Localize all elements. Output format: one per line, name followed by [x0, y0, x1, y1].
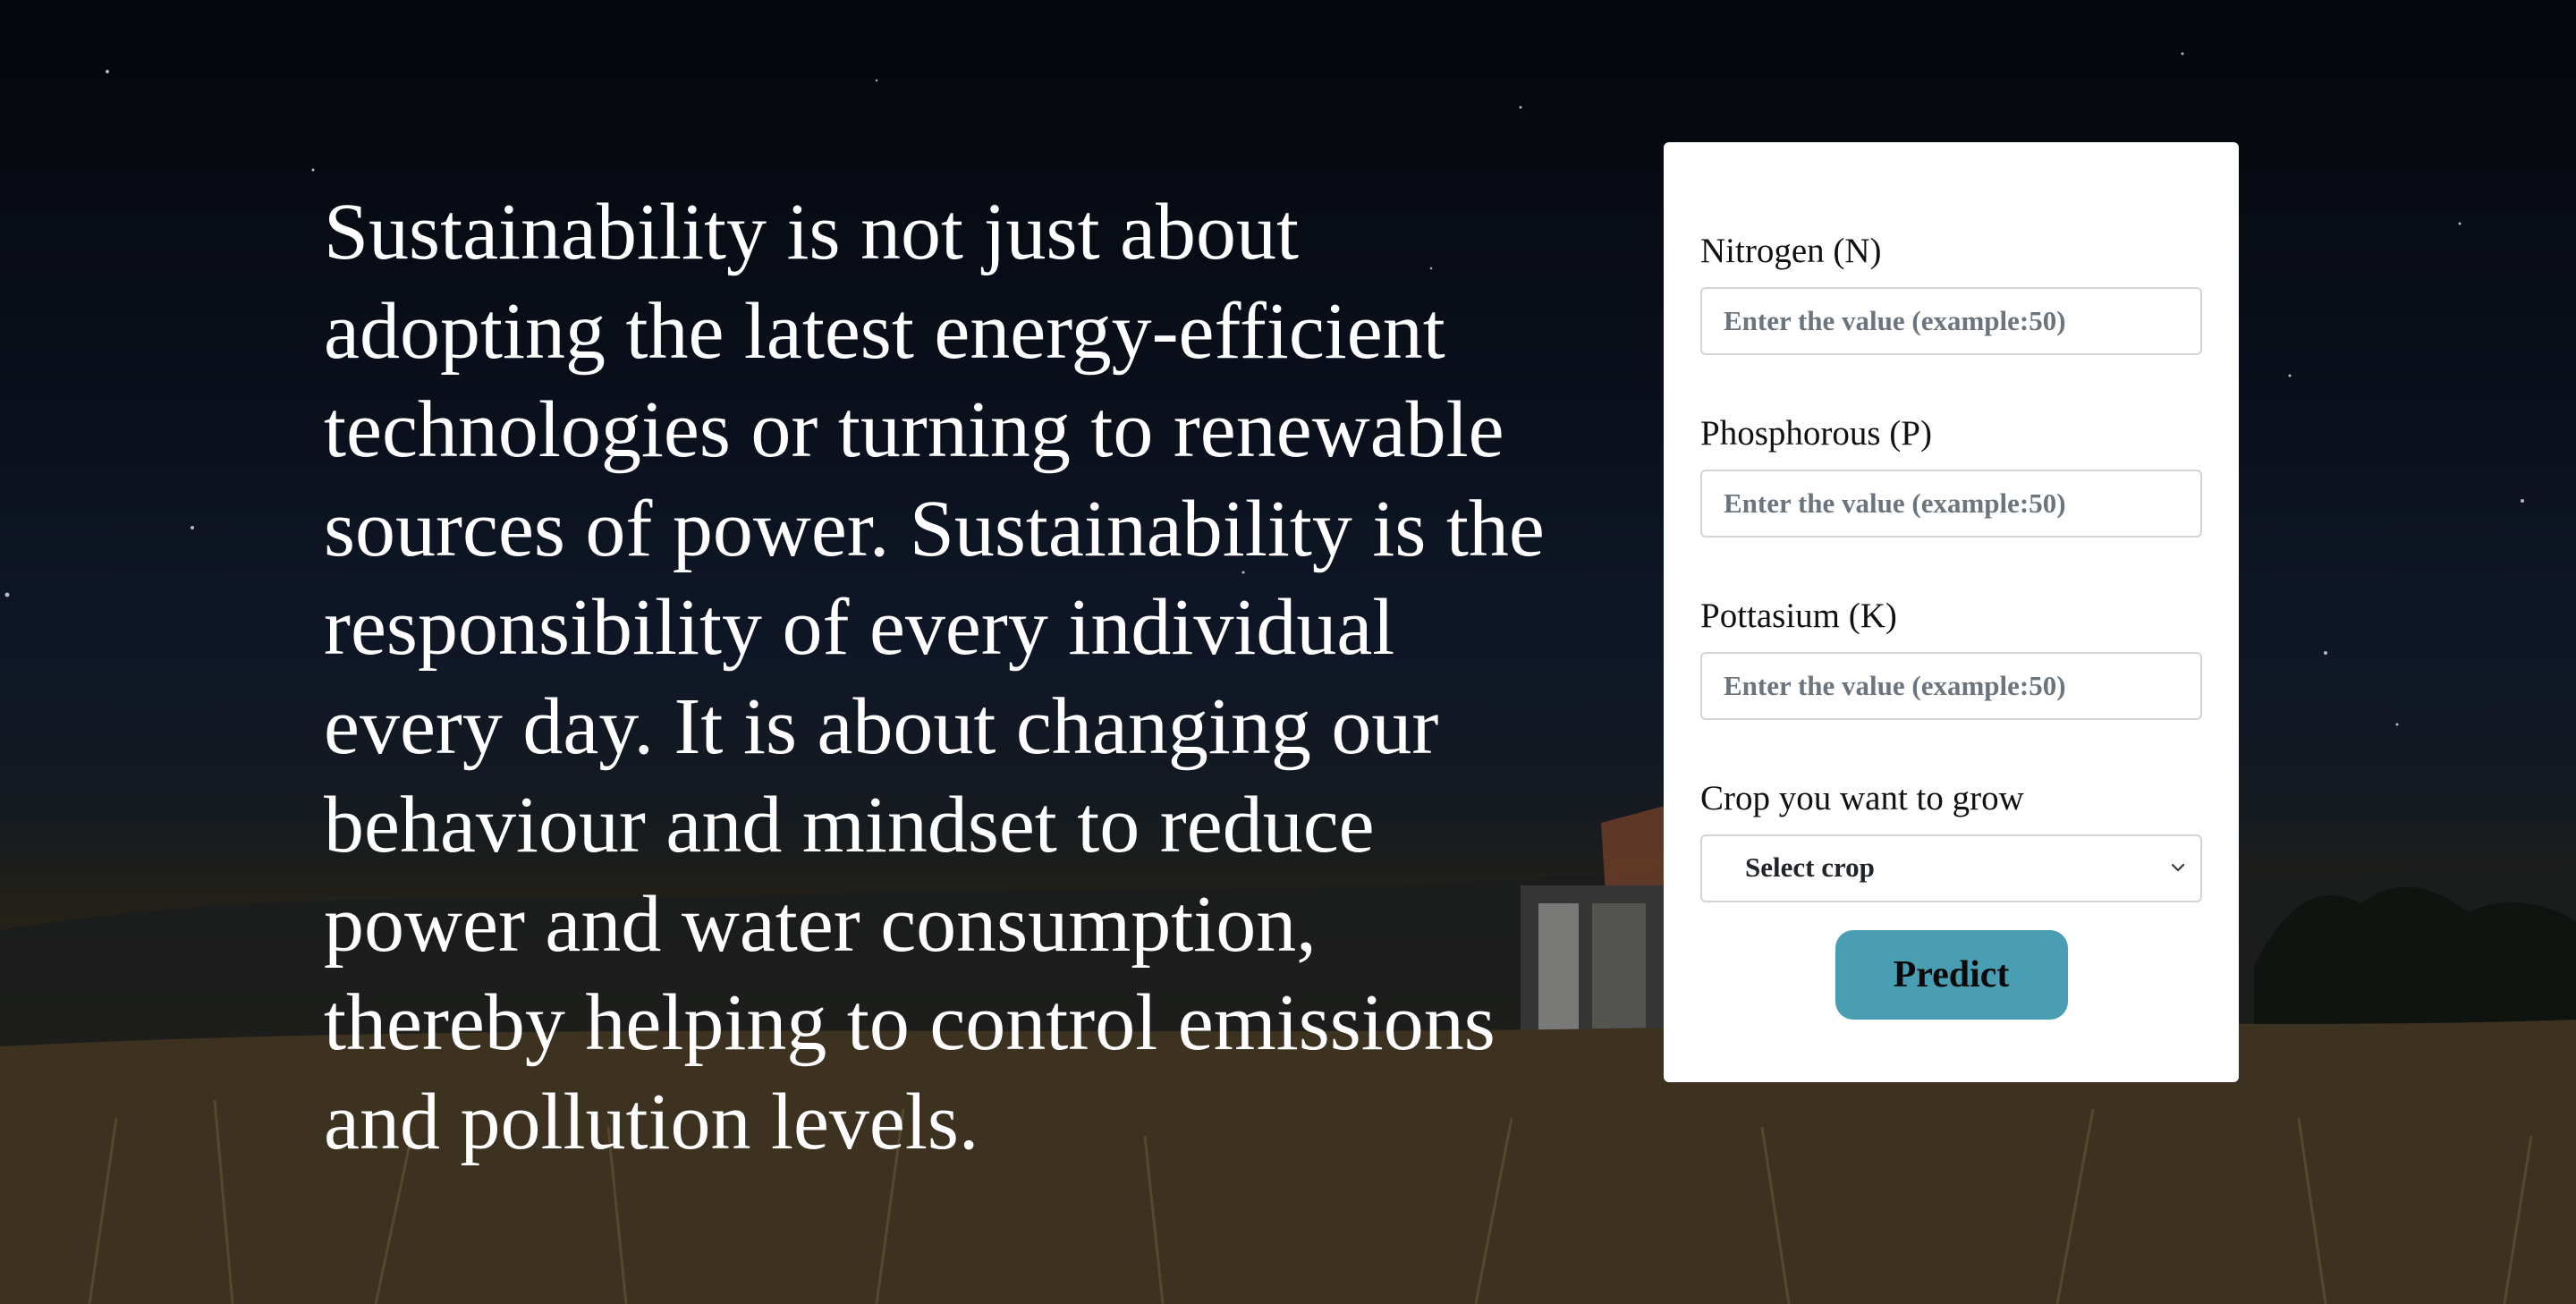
chevron-down-icon: [2171, 863, 2185, 872]
crop-label: Crop you want to grow: [1700, 779, 2024, 817]
nitrogen-field-group: Nitrogen (N): [1700, 232, 2202, 355]
phosphorous-label: Phosphorous (P): [1700, 414, 1932, 453]
predict-button[interactable]: Predict: [1835, 930, 2068, 1020]
phosphorous-field-group: Phosphorous (P): [1700, 414, 2202, 538]
sustainability-quote: Sustainability is not just about adoptin…: [324, 188, 1545, 1166]
potassium-input[interactable]: [1700, 652, 2202, 720]
phosphorous-input[interactable]: [1700, 470, 2202, 538]
crop-select-value: Select crop: [1745, 851, 1875, 883]
crop-prediction-form: Nitrogen (N) Phosphorous (P) Pottasium (…: [1664, 142, 2239, 1082]
crop-field-group: Crop you want to grow Select crop: [1700, 779, 2202, 902]
potassium-field-group: Pottasium (K): [1700, 597, 2202, 720]
nitrogen-label: Nitrogen (N): [1700, 232, 1882, 270]
nitrogen-input[interactable]: [1700, 287, 2202, 355]
potassium-label: Pottasium (K): [1700, 597, 1897, 635]
crop-select[interactable]: Select crop: [1700, 834, 2202, 902]
